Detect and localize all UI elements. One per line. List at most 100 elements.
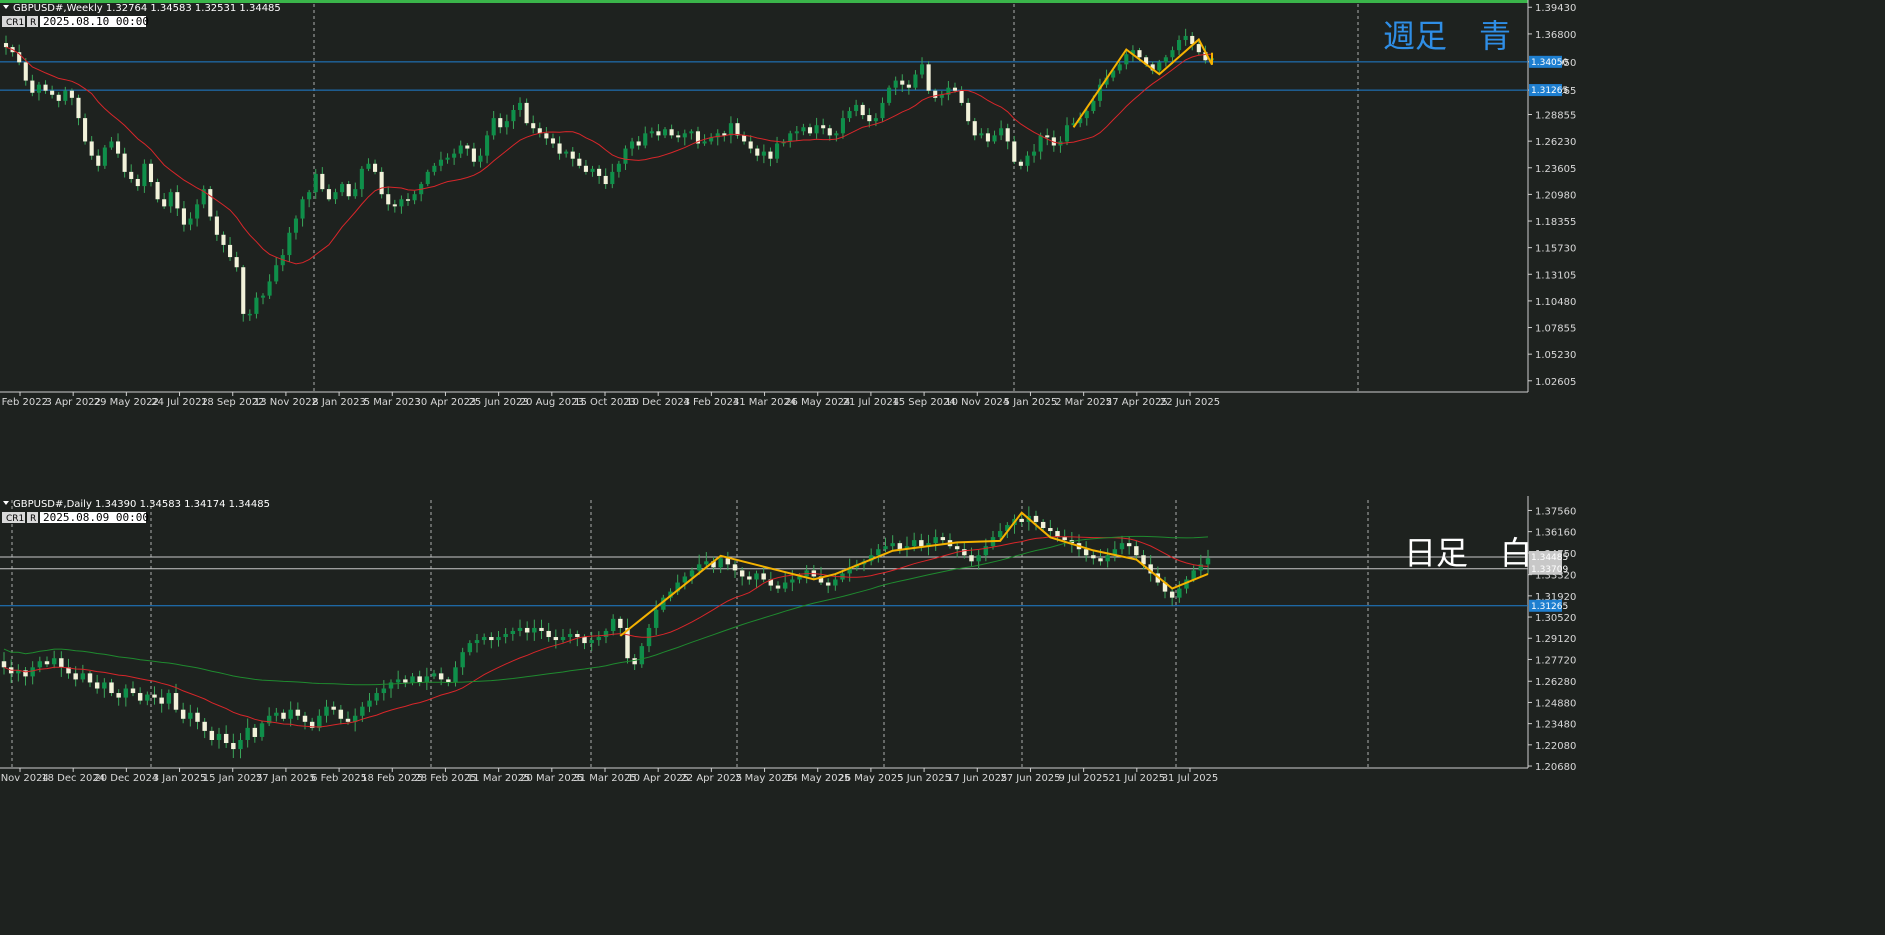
candle-body xyxy=(893,80,898,88)
candle-body xyxy=(524,102,529,124)
candle-body xyxy=(821,125,826,129)
candle-body xyxy=(742,135,747,142)
candle-body xyxy=(417,676,422,683)
candle-body xyxy=(1205,558,1211,565)
candle-body xyxy=(897,543,903,550)
candle-body xyxy=(1018,161,1023,166)
price-label-text: 1.34485 xyxy=(1531,553,1568,563)
candle-body xyxy=(636,141,641,146)
date-label: 2025.08.09 00:00 xyxy=(43,511,149,524)
candle-body xyxy=(202,721,207,731)
time-tick-label: 27 Apr 2025 xyxy=(1106,397,1168,408)
candle-body xyxy=(567,634,573,638)
daily-chart[interactable]: 1.375601.361601.347501.333201.319201.305… xyxy=(0,496,1885,935)
candle-body xyxy=(1177,588,1182,598)
candle-body xyxy=(517,627,523,631)
candle-body xyxy=(807,127,813,134)
candle-body xyxy=(489,637,494,641)
candle-body xyxy=(1084,111,1089,119)
candle-body xyxy=(748,141,753,149)
candle-body xyxy=(510,630,516,634)
candle-body xyxy=(424,676,430,683)
candle-body xyxy=(825,582,831,586)
candle-body xyxy=(840,118,845,134)
candle-body xyxy=(87,673,93,683)
candle-body xyxy=(465,145,470,149)
weekly-chart[interactable]: 1.39430 1.36800 1.34050 1.31265 1.28855 1.262… xyxy=(0,0,1885,494)
candle-body xyxy=(129,171,134,179)
price-tick-label: 1.24880 xyxy=(1535,698,1576,709)
candle-body xyxy=(252,727,258,737)
candle-body xyxy=(597,168,602,176)
candle-body xyxy=(696,564,702,571)
candle-body xyxy=(725,558,731,565)
time-tick-label: 13 Nov 2022 xyxy=(254,397,318,408)
candle-body xyxy=(295,709,301,716)
candle-body xyxy=(36,84,41,93)
candle-body xyxy=(340,184,345,193)
candle-body xyxy=(755,148,760,156)
candle-body xyxy=(890,543,895,547)
candle-body xyxy=(1196,44,1201,53)
candle-body xyxy=(1163,57,1168,63)
weekly-chart-pane[interactable]: 1.39430 1.36800 1.34050 1.31265 1.28855 1.262… xyxy=(0,0,1885,494)
time-tick-label: 31 Jul 2025 xyxy=(1162,773,1219,784)
candle-body xyxy=(728,123,733,136)
candle-body xyxy=(281,712,286,719)
daily-chart-pane[interactable]: 1.375601.361601.347501.333201.319201.305… xyxy=(0,496,1885,935)
price-tick-label: 1.36800 xyxy=(1535,30,1576,41)
candle-body xyxy=(159,697,164,704)
candle-body xyxy=(123,688,129,698)
time-tick-label: 5 Jan 2025 xyxy=(1004,397,1058,408)
candle-body xyxy=(511,110,516,122)
candle-body xyxy=(1119,543,1125,550)
candle-body xyxy=(860,104,865,116)
candle-body xyxy=(867,115,872,122)
candle-body xyxy=(639,646,645,665)
candle-body xyxy=(145,694,150,701)
time-tick-label: 8 Jan 2023 xyxy=(312,397,366,408)
price-label-text: 1.33709 xyxy=(1531,565,1568,575)
candle-body xyxy=(216,733,222,740)
time-tick-label: 26 May 2024 xyxy=(785,397,850,408)
candle-body xyxy=(669,129,674,136)
candle-body xyxy=(504,121,509,128)
candle-body xyxy=(940,537,946,541)
time-tick-label: 2 Mar 2025 xyxy=(1055,397,1112,408)
candle-body xyxy=(919,64,925,75)
candle-body xyxy=(972,121,977,136)
candle-body xyxy=(386,194,391,205)
price-tick-label: 1.28855 xyxy=(1535,111,1576,122)
price-label-text: 1.34050 xyxy=(1531,58,1568,68)
candle-body xyxy=(999,128,1004,136)
candle-body xyxy=(833,579,838,586)
candle-body xyxy=(326,189,331,200)
price-tick-label: 1.20680 xyxy=(1535,762,1576,773)
price-label-text: 1.31265 xyxy=(1531,602,1568,612)
cr1-button-label: CR1 xyxy=(6,514,24,524)
candle-body xyxy=(1183,35,1188,41)
candle-body xyxy=(374,693,379,701)
candle-body xyxy=(983,546,989,556)
candle-body xyxy=(632,658,637,665)
candle-body xyxy=(689,131,694,134)
candle-body xyxy=(747,576,752,580)
candle-body xyxy=(228,244,233,258)
price-tick-label: 1.20980 xyxy=(1535,190,1576,201)
candle-body xyxy=(43,84,48,91)
candle-body xyxy=(616,163,621,172)
candle-body xyxy=(478,155,483,162)
r-button-label: R xyxy=(30,18,36,28)
candle-body xyxy=(399,199,404,207)
candle-body xyxy=(933,90,938,98)
candle-body xyxy=(333,192,338,200)
candle-body xyxy=(913,74,918,88)
candle-body xyxy=(682,576,688,583)
candle-body xyxy=(954,546,960,550)
candle-body xyxy=(662,129,668,136)
candle-body xyxy=(966,102,971,122)
candle-body xyxy=(610,171,615,185)
candle-body xyxy=(553,637,559,641)
candle-body xyxy=(911,540,917,547)
candle-body xyxy=(630,141,635,149)
